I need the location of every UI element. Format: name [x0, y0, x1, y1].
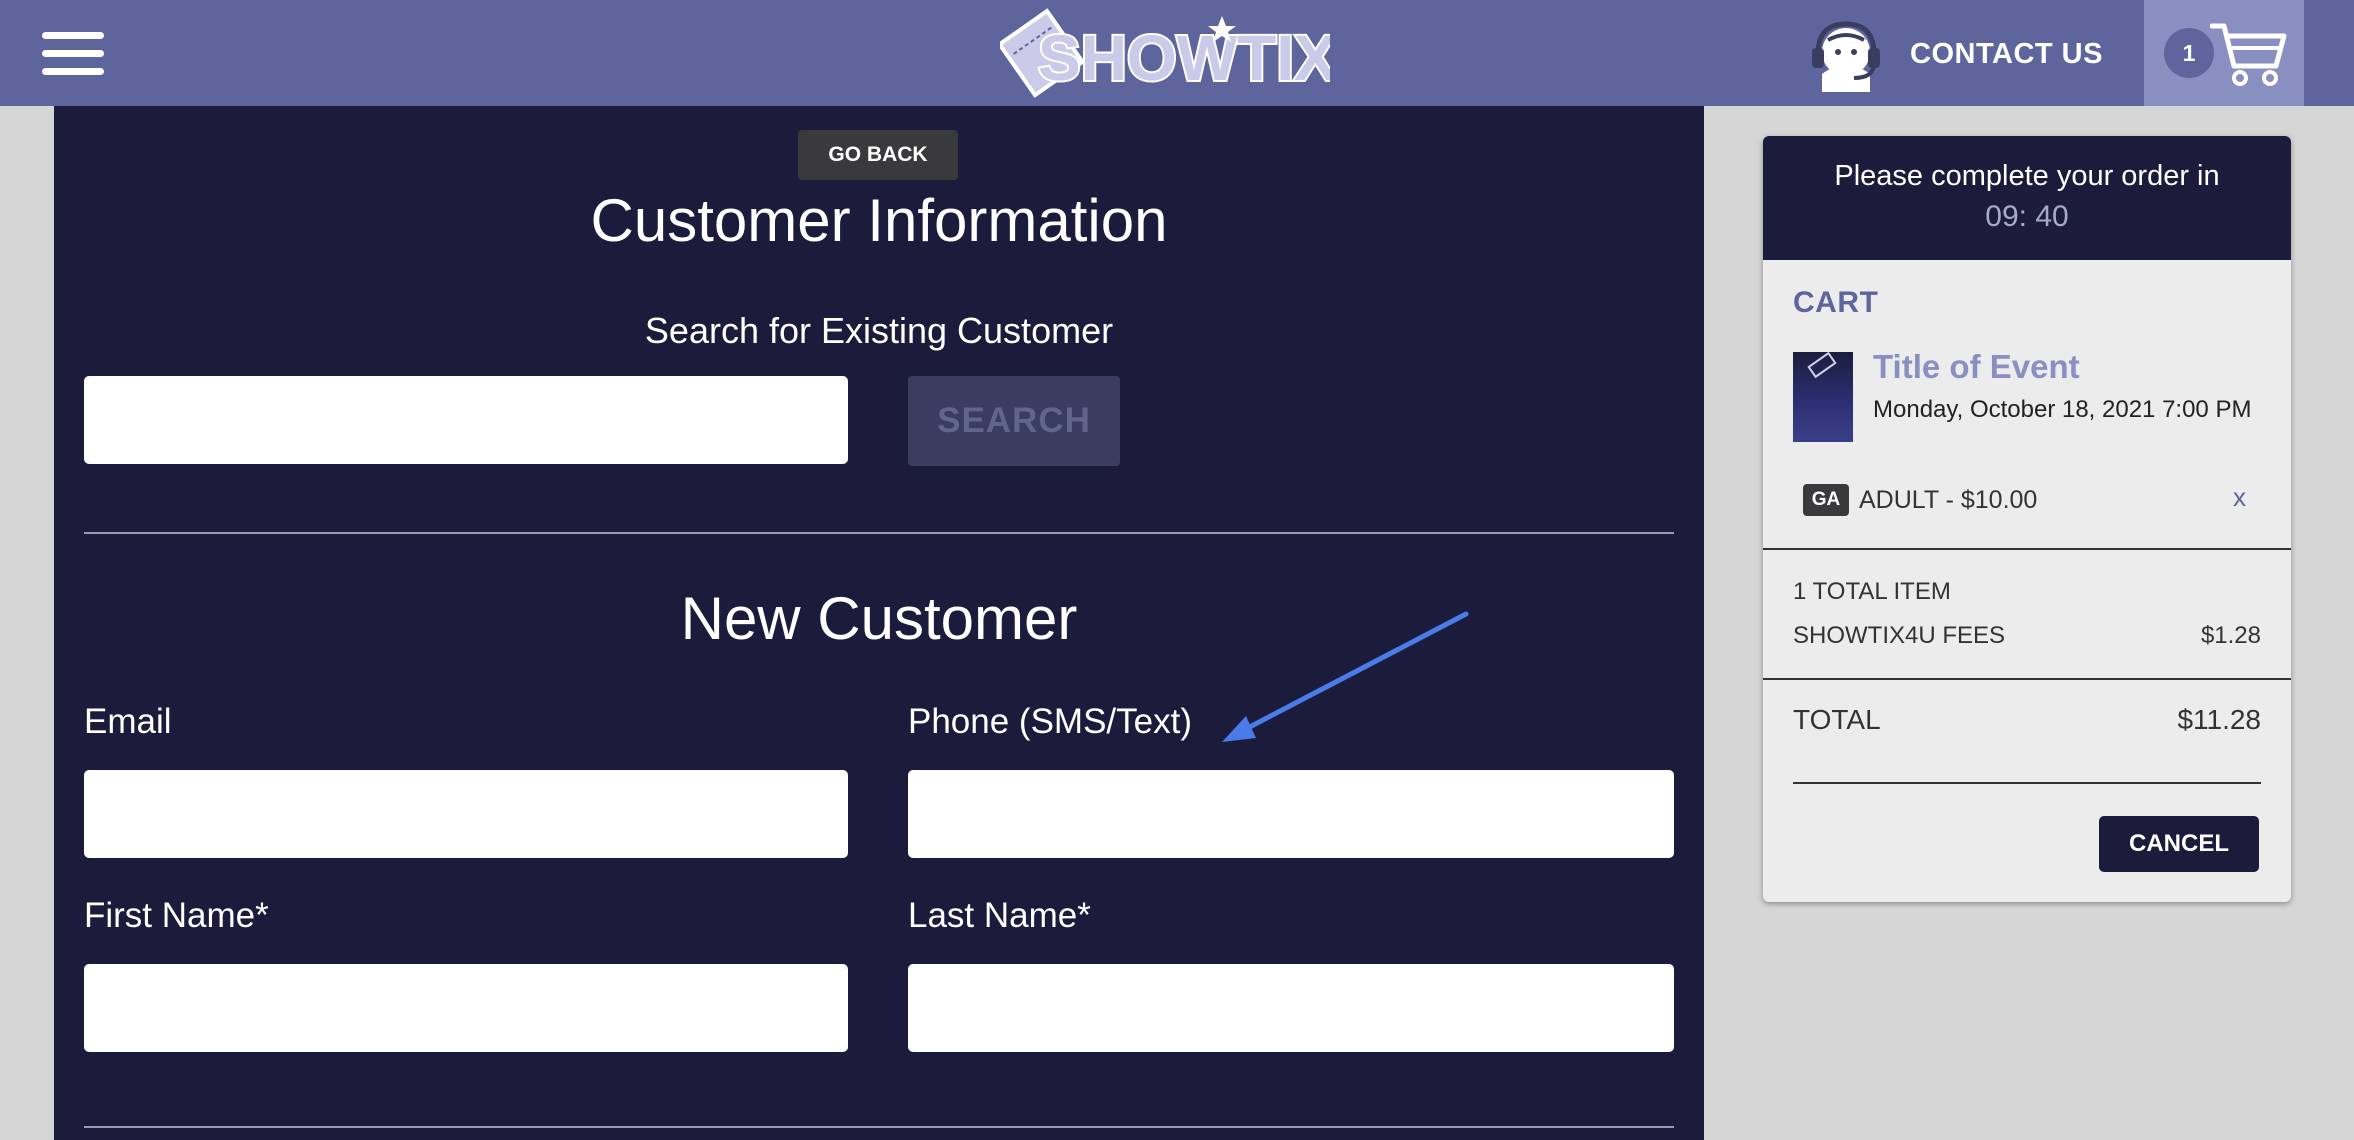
search-existing-label: Search for Existing Customer [644, 310, 1114, 351]
total-rule [1793, 782, 2261, 784]
svg-text:SHOWTIX4U: SHOWTIX4U [1038, 22, 1330, 94]
cart-separator [1763, 548, 2291, 550]
first-name-label: First Name* [84, 896, 269, 935]
event-title-link[interactable]: Title of Event [1873, 348, 2080, 386]
cart-count-badge: 1 [2164, 28, 2214, 78]
cart-button[interactable]: 1 [2144, 0, 2304, 106]
timer-message: Please complete your order in [1834, 160, 2220, 192]
new-customer-title: New Customer [680, 585, 1078, 652]
order-summary-sidebar: Please complete your order in 09: 40 CAR… [1763, 136, 2291, 902]
go-back-button[interactable]: GO BACK [798, 130, 958, 180]
total-label: TOTAL [1793, 704, 1881, 735]
order-timer: Please complete your order in 09: 40 [1763, 136, 2291, 260]
ticket-line-item: ADULT - $10.00 [1859, 486, 2038, 514]
cart-separator [1763, 678, 2291, 680]
phone-field[interactable] [908, 770, 1674, 858]
event-date: Monday, October 18, 2021 7:00 PM [1873, 396, 2252, 423]
total-items-label: 1 TOTAL ITEM [1793, 578, 1951, 605]
search-button[interactable]: SEARCH [908, 376, 1120, 466]
contact-us-link[interactable]: CONTACT US [1808, 14, 2103, 94]
page-title: Customer Information [590, 187, 1168, 254]
ticket-icon [1807, 351, 1837, 379]
customer-information-panel: GO BACK Customer Information Search for … [54, 106, 1704, 1140]
search-customer-input[interactable] [84, 376, 848, 464]
contact-us-label: CONTACT US [1910, 37, 2103, 70]
headset-support-icon [1812, 21, 1880, 92]
fees-label: SHOWTIX4U FEES [1793, 622, 2006, 649]
ticket-type-badge: GA [1803, 484, 1849, 516]
cancel-button[interactable]: CANCEL [2099, 816, 2259, 872]
shopping-cart-icon [2210, 23, 2287, 86]
showtix4u-logo[interactable]: SHOWTIX4U SHOWTIX4U [1000, 4, 1330, 102]
remove-ticket-button[interactable]: x [2233, 482, 2246, 513]
event-thumbnail [1793, 351, 1853, 442]
phone-label: Phone (SMS/Text) [908, 702, 1192, 741]
email-label: Email [84, 702, 172, 741]
section-divider [84, 532, 1674, 534]
last-name-label: Last Name* [908, 896, 1091, 935]
timer-countdown: 09: 40 [1985, 200, 2069, 233]
top-navigation-bar: SHOWTIX4U SHOWTIX4U CONTACT US 1 [0, 0, 2354, 106]
total-value: $11.28 [2177, 704, 2261, 735]
cart-heading: CART [1793, 286, 1879, 319]
fees-value: $1.28 [2200, 622, 2261, 649]
section-divider [84, 1126, 1674, 1128]
first-name-field[interactable] [84, 964, 848, 1052]
hamburger-menu-icon[interactable] [42, 32, 104, 76]
last-name-field[interactable] [908, 964, 1674, 1052]
email-field[interactable] [84, 770, 848, 858]
